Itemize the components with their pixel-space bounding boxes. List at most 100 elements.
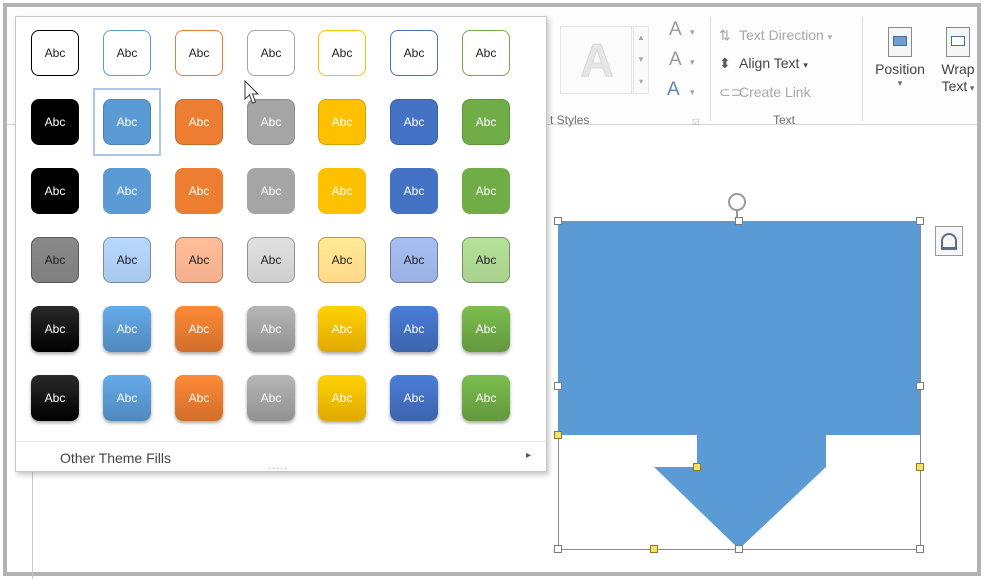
shape-style-swatch[interactable]: Abc [462, 375, 510, 421]
swatch-label: Abc [116, 115, 138, 129]
swatch-label: Abc [331, 115, 353, 129]
swatch-label: Abc [260, 184, 282, 198]
shape-style-swatch[interactable]: Abc [318, 30, 366, 76]
chevron-down-icon: ▾ [967, 83, 975, 93]
shape-style-swatch[interactable]: Abc [462, 306, 510, 352]
shape-style-swatch[interactable]: Abc [247, 306, 295, 352]
shape-style-swatch[interactable]: Abc [462, 99, 510, 145]
shape-style-swatch[interactable]: Abc [247, 237, 295, 283]
shape-style-swatch[interactable]: Abc [31, 30, 79, 76]
shape-style-swatch[interactable]: Abc [462, 30, 510, 76]
shape-fill[interactable] [558, 221, 920, 549]
text-direction-label: Text Direction [739, 27, 824, 43]
shape-style-swatch[interactable]: Abc [31, 168, 79, 214]
layout-options-button[interactable] [935, 226, 963, 256]
align-text-button[interactable]: ⬍ Align Text ▾ [719, 55, 808, 72]
shape-style-swatch[interactable]: Abc [390, 168, 438, 214]
text-outline-icon[interactable]: A [669, 49, 682, 71]
adjustment-handle[interactable] [554, 431, 562, 439]
group-divider [862, 17, 863, 121]
resize-handle[interactable] [554, 382, 562, 390]
shape-style-swatch[interactable]: Abc [175, 237, 223, 283]
shape-style-swatch[interactable]: Abc [318, 168, 366, 214]
swatch-label: Abc [403, 253, 425, 267]
shape-style-swatch[interactable]: Abc [318, 237, 366, 283]
chevron-down-icon: ▾ [827, 32, 833, 42]
wordart-gallery-scroll[interactable]: ▲ ▼ ▾ [633, 26, 649, 94]
shape-style-swatch[interactable]: Abc [31, 237, 79, 283]
shape-style-swatch[interactable]: Abc [318, 306, 366, 352]
swatch-label: Abc [260, 115, 282, 129]
position-button[interactable]: Position ▾ [867, 21, 933, 107]
shape-style-swatch[interactable]: Abc [247, 30, 295, 76]
swatch-label: Abc [475, 115, 497, 129]
shape-style-swatch[interactable]: Abc [462, 237, 510, 283]
wrap-text-icon [946, 27, 970, 57]
resize-handle[interactable] [735, 545, 743, 553]
swatch-label: Abc [44, 46, 66, 60]
adjustment-handle[interactable] [650, 545, 658, 553]
swatch-label: Abc [331, 391, 353, 405]
text-outline-caret-icon[interactable]: ▾ [690, 57, 695, 68]
shape-style-swatch[interactable]: Abc [103, 168, 151, 214]
resize-handle[interactable] [735, 217, 743, 225]
swatch-label: Abc [188, 322, 210, 336]
shape-style-swatch[interactable]: Abc [318, 99, 366, 145]
resize-handle[interactable] [916, 382, 924, 390]
swatch-label: Abc [44, 184, 66, 198]
swatch-label: Abc [116, 184, 138, 198]
shape-style-swatch[interactable]: Abc [390, 237, 438, 283]
mouse-pointer-icon [244, 80, 260, 104]
shape-style-swatch[interactable]: Abc [31, 306, 79, 352]
text-fill-icon[interactable]: A [669, 19, 682, 41]
shape-style-swatch[interactable]: Abc [175, 168, 223, 214]
position-icon [888, 27, 912, 57]
shape-style-swatch[interactable]: Abc [103, 306, 151, 352]
down-arrow-callout-shape[interactable] [558, 221, 921, 550]
shape-style-swatch[interactable]: Abc [175, 30, 223, 76]
shape-style-swatch[interactable]: Abc [31, 99, 79, 145]
swatch-label: Abc [403, 184, 425, 198]
resize-handle[interactable] [916, 217, 924, 225]
swatch-label: Abc [44, 115, 66, 129]
shape-style-swatch[interactable]: Abc [462, 168, 510, 214]
shape-style-swatch[interactable]: Abc [175, 306, 223, 352]
shape-style-swatch[interactable]: Abc [103, 237, 151, 283]
resize-handle[interactable] [554, 545, 562, 553]
shape-style-swatch[interactable]: Abc [318, 375, 366, 421]
swatch-label: Abc [260, 391, 282, 405]
resize-grip-icon[interactable]: ..... [268, 460, 288, 472]
shape-style-swatch[interactable]: Abc [247, 375, 295, 421]
shape-style-swatch[interactable]: Abc [390, 375, 438, 421]
dialog-launcher-icon[interactable]: ◲ [692, 117, 700, 126]
create-link-button[interactable]: ⊂⊃Create Link [719, 84, 811, 101]
wordart-style-preview[interactable]: A [560, 26, 632, 94]
text-effects-icon[interactable]: A [667, 79, 680, 101]
adjustment-handle[interactable] [693, 463, 701, 471]
shape-style-swatch[interactable]: Abc [31, 375, 79, 421]
resize-handle[interactable] [554, 217, 562, 225]
adjustment-handle[interactable] [916, 463, 924, 471]
wrap-text-button[interactable]: Wrap Text ▾ [935, 21, 981, 107]
shape-style-swatch[interactable]: Abc [390, 30, 438, 76]
shape-style-swatch[interactable]: Abc [247, 168, 295, 214]
resize-handle[interactable] [916, 545, 924, 553]
shape-style-swatch[interactable]: Abc [175, 375, 223, 421]
submenu-arrow-icon: ▸ [526, 450, 532, 461]
swatch-label: Abc [403, 322, 425, 336]
text-fill-caret-icon[interactable]: ▾ [690, 27, 695, 38]
wrap-text-label-line1: Wrap [941, 61, 975, 77]
shape-style-swatch[interactable]: Abc [390, 306, 438, 352]
shape-style-swatch[interactable]: Abc [103, 30, 151, 76]
align-text-label: Align Text [739, 55, 800, 71]
wrap-text-label: Wrap Text ▾ [935, 61, 981, 97]
swatch-label: Abc [331, 184, 353, 198]
shape-style-swatch[interactable]: Abc [175, 99, 223, 145]
text-direction-button[interactable]: ⇅ Text Direction ▾ [719, 27, 832, 44]
text-effects-caret-icon[interactable]: ▾ [690, 87, 695, 98]
shape-style-swatch[interactable]: Abc [103, 99, 151, 145]
shape-style-swatch[interactable]: Abc [390, 99, 438, 145]
rotate-handle[interactable] [728, 193, 746, 211]
shape-style-swatch[interactable]: Abc [103, 375, 151, 421]
swatch-label: Abc [475, 253, 497, 267]
